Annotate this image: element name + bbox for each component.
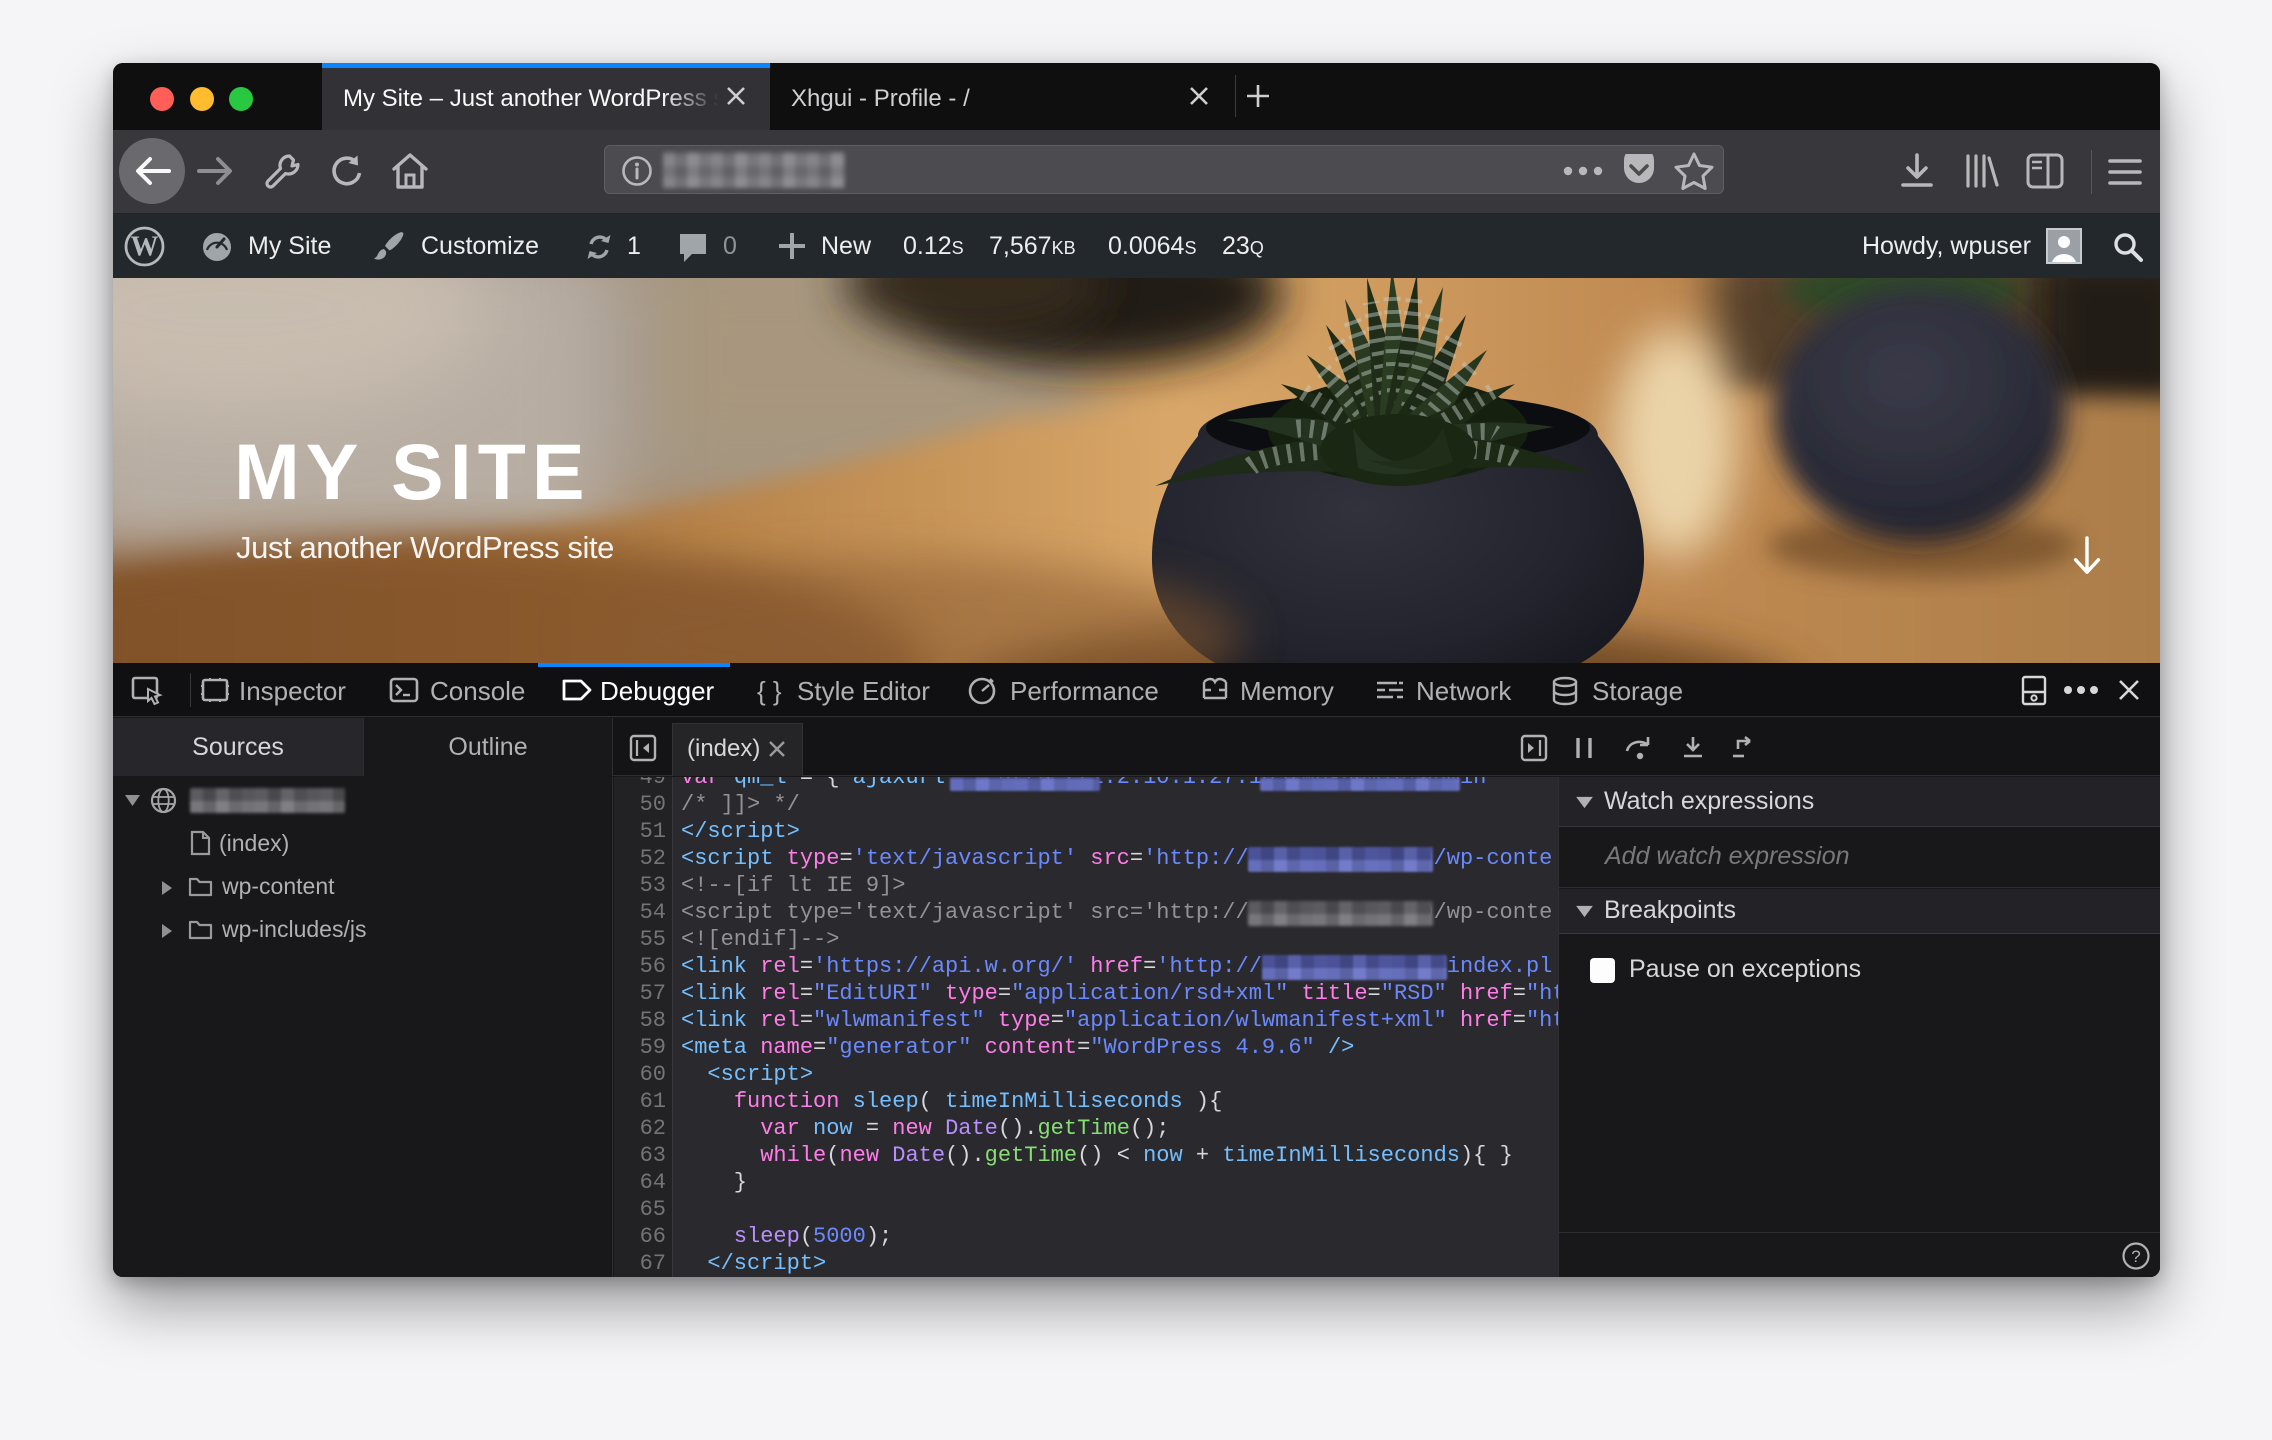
svg-text:?: ? (2131, 1247, 2140, 1266)
svg-text:W: W (131, 232, 159, 263)
